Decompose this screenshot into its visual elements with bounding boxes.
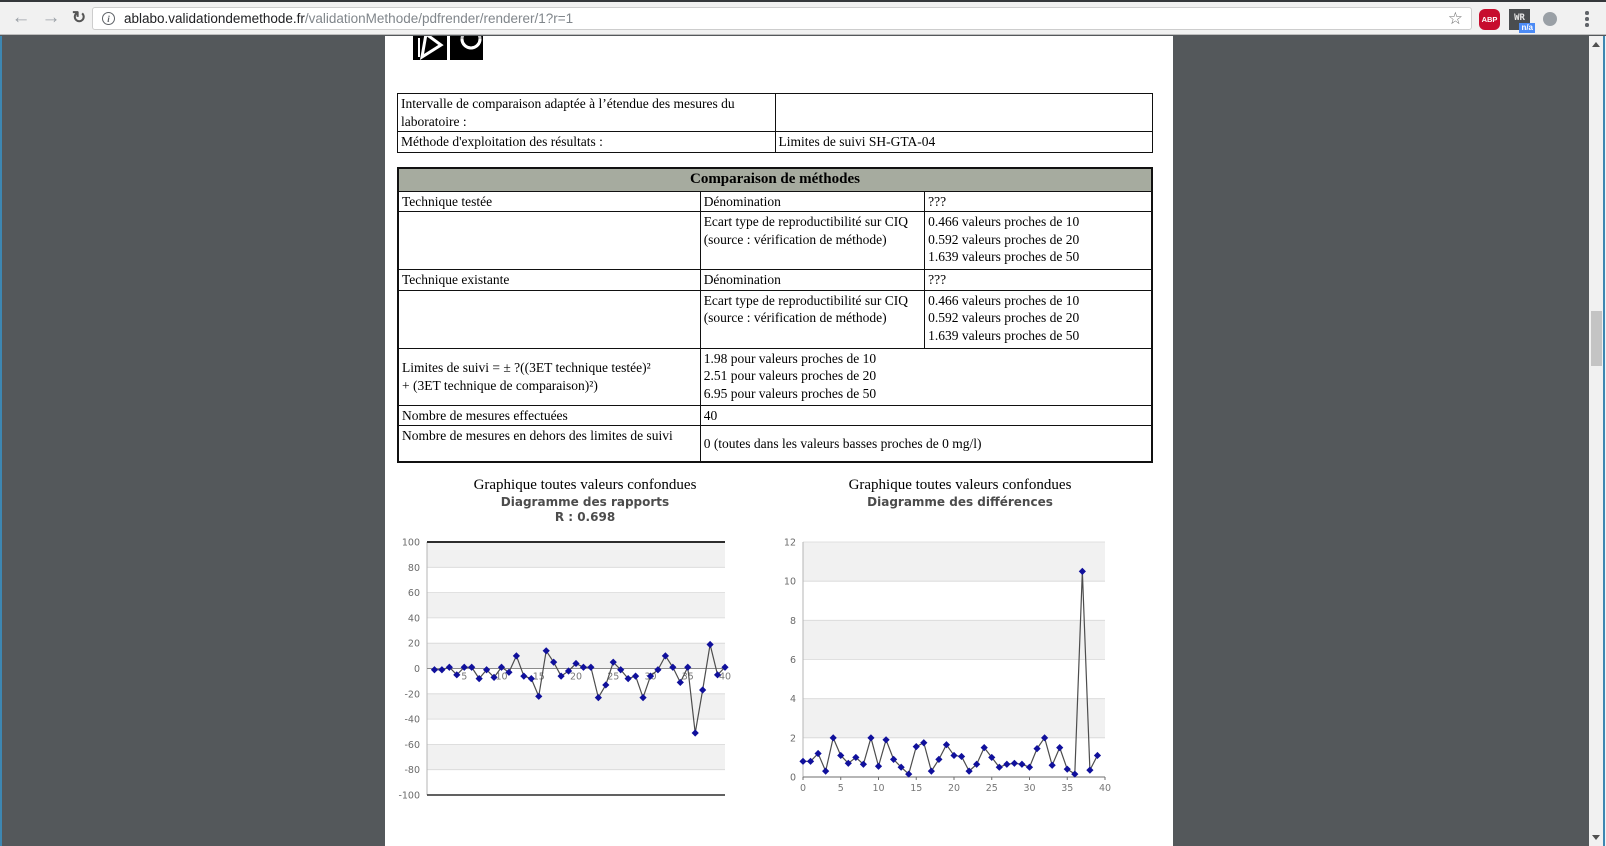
site-logo — [413, 36, 485, 60]
scrollbar-down-arrow-icon[interactable] — [1592, 835, 1600, 840]
table-header-row: Comparaison de méthodes — [398, 168, 1152, 191]
svg-text:20: 20 — [948, 783, 960, 794]
browser-toolbar: ← → ↻ i ablabo.validationdemethode.fr/va… — [0, 2, 1606, 35]
chart-subtitle: Diagramme des différences — [775, 495, 1145, 509]
table-row: Ecart type de reproductibilité sur CIQ (… — [398, 212, 1152, 270]
svg-text:2: 2 — [790, 733, 796, 744]
url-text[interactable]: ablabo.validationdemethode.fr/validation… — [124, 11, 573, 26]
svg-text:-80: -80 — [404, 765, 420, 776]
document-page: Intervalle de comparaison adaptée à l’ét… — [385, 36, 1173, 846]
comparison-table-title: Comparaison de méthodes — [398, 168, 1152, 191]
svg-text:5: 5 — [838, 783, 844, 794]
extension-dot-icon[interactable] — [1543, 12, 1557, 26]
svg-text:15: 15 — [910, 783, 922, 794]
difference-scatter-chart: 0 2 4 6 8 10 12 0 5 10 15 20 25 30 35 40 — [770, 535, 1115, 813]
svg-text:6: 6 — [790, 655, 796, 666]
chart-r-value: R : 0.698 — [400, 510, 770, 524]
svg-text:12: 12 — [784, 538, 796, 549]
chrome-menu-icon[interactable] — [1578, 10, 1596, 28]
svg-text:0: 0 — [414, 664, 420, 675]
adblock-extension-icon[interactable]: ABP — [1479, 9, 1500, 30]
svg-text:-40: -40 — [404, 715, 420, 726]
address-bar[interactable]: i ablabo.validationdemethode.fr/validati… — [92, 7, 1472, 30]
svg-text:4: 4 — [790, 694, 796, 705]
url-path: /validationMethode/pdfrender/renderer/1?… — [305, 11, 573, 26]
forward-icon[interactable]: → — [38, 5, 64, 31]
svg-text:10: 10 — [784, 577, 796, 588]
svg-text:0: 0 — [790, 773, 796, 784]
table-row: Nombre de mesures en dehors des limites … — [398, 426, 1152, 462]
info-value: Limites de suivi SH-GTA-04 — [775, 132, 1153, 153]
table-row: Intervalle de comparaison adaptée à l’ét… — [398, 94, 1153, 132]
back-icon[interactable]: ← — [8, 5, 34, 31]
bookmark-star-icon[interactable]: ☆ — [1448, 9, 1463, 29]
svg-text:20: 20 — [408, 639, 420, 650]
svg-text:8: 8 — [790, 616, 796, 627]
wr-extension-icon[interactable]: WRn/a — [1509, 9, 1530, 30]
page-viewport: Intervalle de comparaison adaptée à l’ét… — [0, 36, 1606, 846]
url-host: ablabo.validationdemethode.fr — [124, 11, 305, 26]
page-info-icon[interactable]: i — [102, 12, 115, 25]
table-row: Nombre de mesures effectuées 40 — [398, 405, 1152, 426]
svg-text:0: 0 — [800, 783, 806, 794]
svg-text:60: 60 — [408, 588, 420, 599]
svg-text:-20: -20 — [404, 689, 420, 700]
svg-text:40: 40 — [1099, 783, 1111, 794]
chart-subtitle: Diagramme des rapports — [400, 495, 770, 509]
svg-text:5: 5 — [461, 672, 467, 683]
svg-text:100: 100 — [402, 538, 420, 549]
chart-title: Graphique toutes valeurs confondues — [400, 477, 770, 494]
table-row: Technique testée Dénomination ??? — [398, 191, 1152, 212]
scrollbar-up-arrow-icon[interactable] — [1592, 42, 1600, 47]
info-label: Méthode d'exploitation des résultats : — [398, 132, 776, 153]
ratio-chart-titles: Graphique toutes valeurs confondues Diag… — [400, 477, 770, 524]
ratio-scatter-chart: -100-80-60-40-20020406080100510152025303… — [395, 535, 740, 805]
svg-text:20: 20 — [570, 672, 582, 683]
info-value — [775, 94, 1153, 132]
table-row: Ecart type de reproductibilité sur CIQ (… — [398, 290, 1152, 348]
table-row: Limites de suivi = ± ?((3ET technique te… — [398, 348, 1152, 405]
table-row: Méthode d'exploitation des résultats : L… — [398, 132, 1153, 153]
table-row: Technique existante Dénomination ??? — [398, 270, 1152, 291]
info-label: Intervalle de comparaison adaptée à l’ét… — [398, 94, 776, 132]
comparison-table: Comparaison de méthodes Technique testée… — [397, 167, 1153, 463]
wr-extension-badge: n/a — [1519, 23, 1535, 33]
svg-text:40: 40 — [408, 613, 420, 624]
info-table: Intervalle de comparaison adaptée à l’ét… — [397, 93, 1153, 153]
svg-text:35: 35 — [1061, 783, 1073, 794]
reload-icon[interactable]: ↻ — [66, 5, 92, 31]
browser-window: ← → ↻ i ablabo.validationdemethode.fr/va… — [0, 0, 1606, 846]
chart-title: Graphique toutes valeurs confondues — [775, 477, 1145, 494]
svg-text:30: 30 — [1023, 783, 1035, 794]
difference-chart-titles: Graphique toutes valeurs confondues Diag… — [775, 477, 1145, 509]
scrollbar-thumb[interactable] — [1591, 311, 1602, 366]
svg-text:25: 25 — [986, 783, 998, 794]
svg-text:-60: -60 — [404, 740, 420, 751]
svg-text:-100: -100 — [398, 791, 420, 802]
window-left-edge — [0, 36, 2, 846]
svg-text:80: 80 — [408, 563, 420, 574]
scrollbar[interactable] — [1589, 36, 1603, 846]
svg-text:10: 10 — [872, 783, 884, 794]
svg-text:40: 40 — [719, 672, 731, 683]
